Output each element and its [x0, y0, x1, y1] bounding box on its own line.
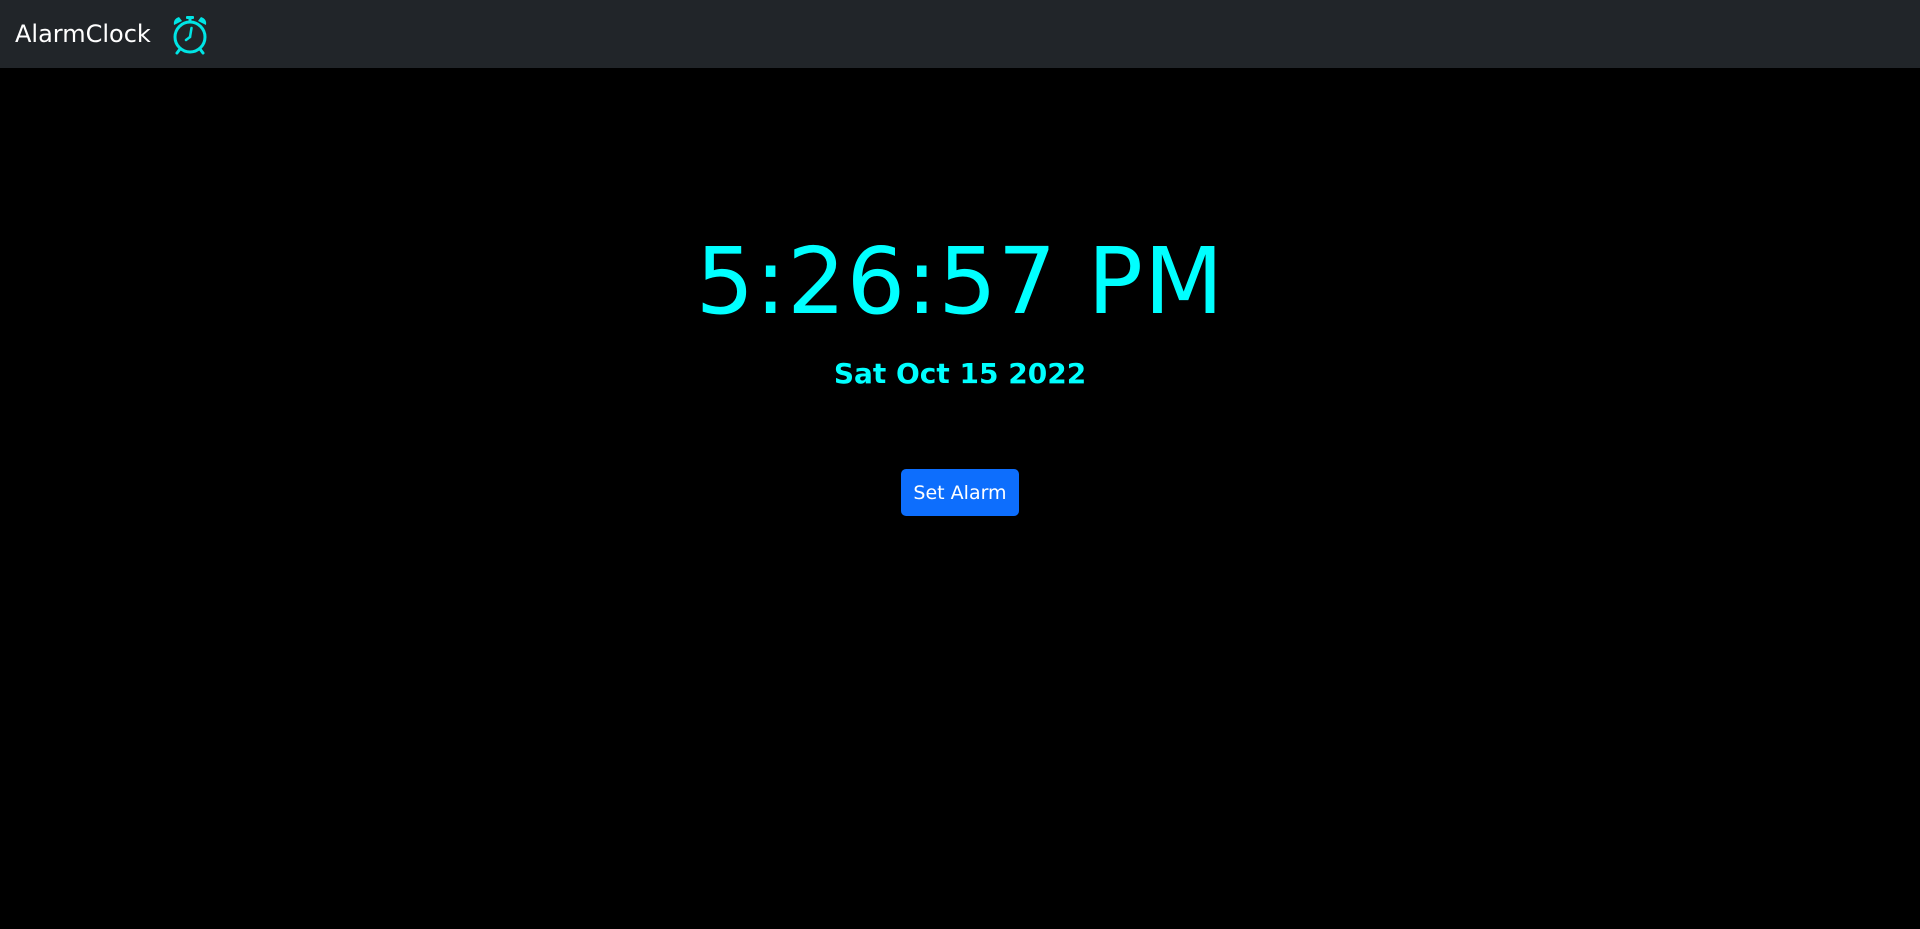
alarm-clock-icon — [169, 13, 211, 55]
set-alarm-button[interactable]: Set Alarm — [901, 469, 1019, 516]
brand-link[interactable]: AlarmClock — [15, 22, 151, 46]
clock-date: Sat Oct 15 2022 — [833, 357, 1087, 390]
clock-time: 5:26:57 PM — [695, 228, 1225, 335]
navbar: AlarmClock — [0, 0, 1920, 68]
